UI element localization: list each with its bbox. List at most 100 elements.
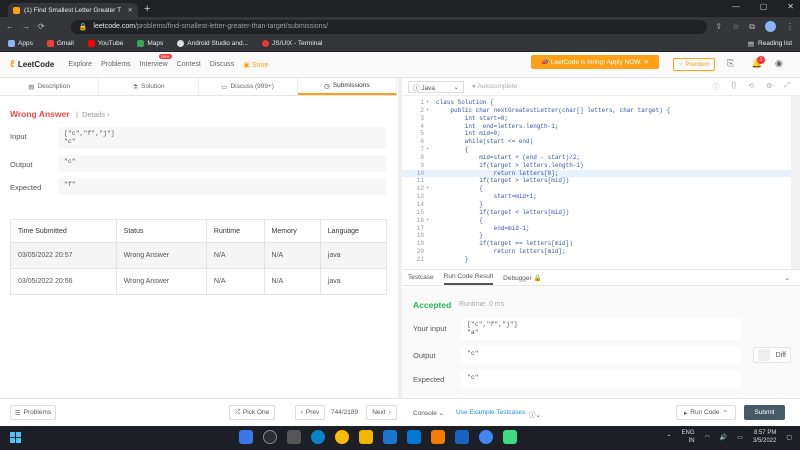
sublime-icon[interactable] xyxy=(431,430,445,444)
tab-description[interactable]: ▤ Description xyxy=(0,78,100,95)
bookmark-maps[interactable]: Maps xyxy=(137,40,163,47)
braces-icon[interactable]: {} xyxy=(732,82,737,92)
leetcode-logo[interactable]: ℓ LeetCode xyxy=(10,59,54,70)
reset-icon[interactable]: ⟲ xyxy=(748,82,754,92)
code-line[interactable]: 12 ▾ { xyxy=(402,185,791,193)
code-line[interactable]: 16 ▾ { xyxy=(402,217,791,225)
code-line[interactable]: 1 ▾ class Solution { xyxy=(402,99,791,107)
code-line[interactable]: 20 return letters[mid]; xyxy=(402,248,791,256)
vscode-icon[interactable] xyxy=(407,430,421,444)
language-indicator[interactable]: ENG IN xyxy=(682,429,695,446)
code-line[interactable]: 10 return letters[0]; xyxy=(402,169,791,178)
android-studio-icon[interactable] xyxy=(503,430,517,444)
edge-icon[interactable] xyxy=(311,430,325,444)
url-field[interactable]: 🔒 leetcode.com/problems/find-smallest-le… xyxy=(70,19,708,34)
info-icon[interactable]: ⓘ xyxy=(713,82,720,92)
close-tab-icon[interactable]: ✕ xyxy=(128,6,133,14)
bookmark-terminal[interactable]: JS/UIX - Terminal xyxy=(261,40,322,47)
windows-start-icon[interactable] xyxy=(10,432,21,443)
autocomplete-toggle[interactable]: ● Autocomplete xyxy=(472,83,517,90)
details-link[interactable]: | Details › xyxy=(76,110,110,119)
language-select[interactable]: ⓘ Java ⌄ xyxy=(408,80,464,93)
bookmark-apps[interactable]: Apps xyxy=(8,40,33,47)
code-line[interactable]: 6 while(start <= end) xyxy=(402,138,791,146)
extensions-icon[interactable]: ⧉ xyxy=(749,22,755,32)
notification-center-icon[interactable]: ▢ xyxy=(786,434,792,441)
fold-marker-icon[interactable]: ▾ xyxy=(426,99,436,107)
col-time-submitted[interactable]: Time Submitted xyxy=(10,219,117,243)
code-line[interactable]: 15 if(target < letters[mid]) xyxy=(402,209,791,217)
tab-run-code-result[interactable]: Run Code Result xyxy=(443,270,494,285)
wifi-icon[interactable]: ◠ xyxy=(705,434,710,441)
new-tab-icon[interactable]: + xyxy=(144,3,150,15)
store-icon[interactable] xyxy=(383,430,397,444)
chrome-icon[interactable] xyxy=(335,430,349,444)
code-line[interactable]: 2 ▾ public char nextGreatestLetter(char[]… xyxy=(402,107,791,115)
next-button[interactable]: Next › xyxy=(366,405,397,420)
share-icon[interactable]: ⇪ xyxy=(715,22,722,31)
start-menu-icon[interactable] xyxy=(239,430,253,444)
settings-icon[interactable]: ⚙ xyxy=(766,82,772,92)
tab-submissions[interactable]: ◷ Submissions xyxy=(297,78,397,95)
collapse-icon[interactable]: ⌄ xyxy=(785,274,790,282)
cell-status-link[interactable]: Wrong Answer xyxy=(116,242,207,269)
nav-contest[interactable]: Contest xyxy=(177,61,201,68)
profile-avatar[interactable] xyxy=(765,21,776,32)
code-line[interactable]: 5 int mid=0; xyxy=(402,130,791,138)
playground-icon[interactable]: ⎘ xyxy=(727,58,734,69)
fullscreen-icon[interactable]: ⤢ xyxy=(784,82,790,92)
col-status[interactable]: Status xyxy=(116,219,207,243)
chrome-running-icon[interactable] xyxy=(479,430,493,444)
tray-chevron-icon[interactable]: ⌃ xyxy=(667,434,672,441)
clock[interactable]: 8:57 PM 3/5/2022 xyxy=(753,429,776,446)
hiring-banner[interactable]: 📣 LeetCode is hiring! Apply NOW. ✕ xyxy=(531,55,659,69)
minimize-icon[interactable]: — xyxy=(732,2,740,11)
code-line[interactable]: 7 ▾ { xyxy=(402,146,791,154)
code-editor[interactable]: 1 ▾ class Solution {2 ▾ public char nextGre… xyxy=(402,99,791,267)
prev-button[interactable]: ‹ Prev xyxy=(295,405,325,420)
code-line[interactable]: 8 mid=start + (end - start)/2; xyxy=(402,154,791,162)
file-explorer-icon[interactable] xyxy=(359,430,373,444)
close-banner-icon[interactable]: ✕ xyxy=(644,58,649,66)
search-icon[interactable] xyxy=(263,430,277,444)
code-line[interactable]: 11 if(target > letters[mid]) xyxy=(402,177,791,185)
table-row[interactable]: 03/05/2022 20:56 Wrong Answer N/A N/A ja… xyxy=(10,268,388,295)
fold-marker-icon[interactable]: ▾ xyxy=(426,107,436,115)
code-line[interactable]: 9 if(target > letters.length-1) xyxy=(402,162,791,170)
fold-marker-icon[interactable]: ▾ xyxy=(426,185,436,193)
nav-explore[interactable]: Explore xyxy=(68,61,92,68)
forward-icon[interactable]: → xyxy=(22,22,30,31)
col-language[interactable]: Language xyxy=(320,219,388,243)
tab-solution[interactable]: ⚗ Solution xyxy=(99,78,199,95)
code-line[interactable]: 14 } xyxy=(402,201,791,209)
code-line[interactable]: 18 } xyxy=(402,232,791,240)
pick-one-button[interactable]: ⤮ Pick One xyxy=(229,405,275,420)
volume-icon[interactable]: 🔊 xyxy=(720,434,727,441)
cell-status-link[interactable]: Wrong Answer xyxy=(116,268,207,295)
reload-icon[interactable]: ⟳ xyxy=(38,22,45,31)
maximize-icon[interactable]: ▢ xyxy=(760,2,768,11)
nav-store[interactable]: ▣ Store xyxy=(243,61,268,69)
problems-button[interactable]: ☰ Problems xyxy=(10,405,56,420)
diff-toggle[interactable]: Diff xyxy=(753,347,791,363)
editor-scrollbar[interactable] xyxy=(791,96,800,269)
back-icon[interactable]: ← xyxy=(6,22,14,31)
code-line[interactable]: 19 if(target == letters[mid]) xyxy=(402,240,791,248)
code-line[interactable]: 4 int end=letters.length-1; xyxy=(402,123,791,131)
battery-icon[interactable]: ▭ xyxy=(737,434,743,441)
user-avatar-icon[interactable]: ◉ xyxy=(775,58,783,69)
task-view-icon[interactable] xyxy=(287,430,301,444)
nav-problems[interactable]: Problems xyxy=(101,61,131,68)
help-icon[interactable]: ⓘ⌄ xyxy=(529,409,541,419)
console-toggle[interactable]: Console ⌄ xyxy=(413,409,444,417)
nav-interview[interactable]: Interview New xyxy=(140,54,172,68)
tab-discuss[interactable]: ▭ Discuss (999+) xyxy=(199,78,298,95)
outlook-icon[interactable] xyxy=(455,430,469,444)
premium-button[interactable]: ☆ Premium xyxy=(673,58,715,71)
table-row[interactable]: 03/05/2022 20:57 Wrong Answer N/A N/A ja… xyxy=(10,242,388,269)
code-line[interactable]: 17 end=mid-1; xyxy=(402,225,791,233)
close-window-icon[interactable]: ✕ xyxy=(787,2,794,11)
bookmark-youtube[interactable]: YouTube xyxy=(87,40,123,47)
code-line[interactable]: 3 int start=0; xyxy=(402,115,791,123)
run-code-button[interactable]: ▸ Run Code ⌃ xyxy=(676,405,736,420)
